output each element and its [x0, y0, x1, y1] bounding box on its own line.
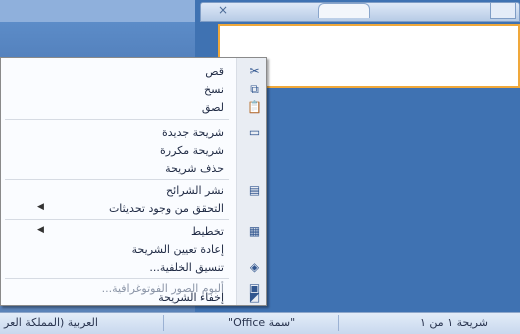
menu-item-label: إخفاء الشريحة — [158, 291, 224, 304]
status-divider — [163, 315, 164, 331]
menu-item-label: لصق — [201, 101, 224, 114]
scissors-icon: ✂ — [249, 64, 260, 78]
menu-item-format-background[interactable]: ◈ تنسيق الخلفية... — [1, 259, 268, 276]
tab-outline[interactable] — [490, 2, 516, 19]
menu-item-label: تنسيق الخلفية... — [149, 261, 224, 274]
menu-item-duplicate-slide[interactable]: شريحة مكررة — [1, 142, 268, 159]
format-background-icon: ◈ — [249, 260, 260, 274]
layout-icon: ▦ — [248, 224, 261, 238]
menu-item-new-slide[interactable]: ▭ شريحة جديدة — [1, 124, 268, 141]
menu-item-cut[interactable]: ✂ قص — [1, 63, 268, 80]
menu-item-label: حذف شريحة — [165, 162, 224, 175]
menu-item-publish-slides[interactable]: ▤ نشر الشرائح — [1, 182, 268, 199]
hide-slide-icon: ◩ — [248, 290, 261, 304]
menu-item-label: نسخ — [204, 83, 224, 96]
menu-item-label: نشر الشرائح — [166, 184, 224, 197]
new-slide-icon: ▭ — [248, 125, 261, 139]
tab-slides[interactable] — [318, 3, 370, 18]
status-theme: "سمة Office" — [228, 316, 296, 329]
menu-item-label: إعادة تعيين الشريحة — [131, 243, 224, 256]
menu-separator — [5, 119, 229, 120]
close-pane-icon[interactable]: × — [218, 3, 228, 17]
menu-separator — [5, 219, 229, 220]
submenu-arrow-icon: ◀ — [37, 202, 44, 212]
menu-item-label: شريحة جديدة — [161, 126, 224, 139]
context-menu: ✂ قص ⧉ نسخ 📋 لصق ▭ شريحة جديدة شريحة مكر… — [0, 57, 267, 306]
status-language[interactable]: العربية (المملكة العر — [4, 316, 98, 329]
status-bar: العربية (المملكة العر "سمة Office" شريحة… — [0, 312, 520, 334]
menu-item-label: قص — [205, 65, 224, 78]
menu-item-paste[interactable]: 📋 لصق — [1, 99, 268, 116]
status-slide-count: شريحة ١ من ١ — [420, 316, 488, 329]
copy-icon: ⧉ — [250, 82, 259, 96]
menu-item-reset-slide[interactable]: إعادة تعيين الشريحة — [1, 241, 268, 258]
menu-item-delete-slide[interactable]: حذف شريحة — [1, 160, 268, 177]
submenu-arrow-icon: ◀ — [37, 225, 44, 235]
paste-icon: 📋 — [247, 100, 262, 114]
menu-item-check-updates[interactable]: ◀ التحقق من وجود تحديثات — [1, 200, 268, 217]
status-divider — [338, 315, 339, 331]
menu-item-copy[interactable]: ⧉ نسخ — [1, 81, 268, 98]
menu-item-hide-slide[interactable]: ◩ إخفاء الشريحة — [1, 289, 268, 306]
menu-item-layout[interactable]: ▦ ◀ تخطيط — [1, 223, 268, 240]
publish-slides-icon: ▤ — [248, 183, 261, 197]
menu-item-label: شريحة مكررة — [160, 144, 224, 157]
menu-item-label: التحقق من وجود تحديثات — [108, 202, 224, 215]
menu-item-label: تخطيط — [191, 225, 224, 238]
menu-separator — [5, 278, 229, 279]
menu-separator — [5, 179, 229, 180]
